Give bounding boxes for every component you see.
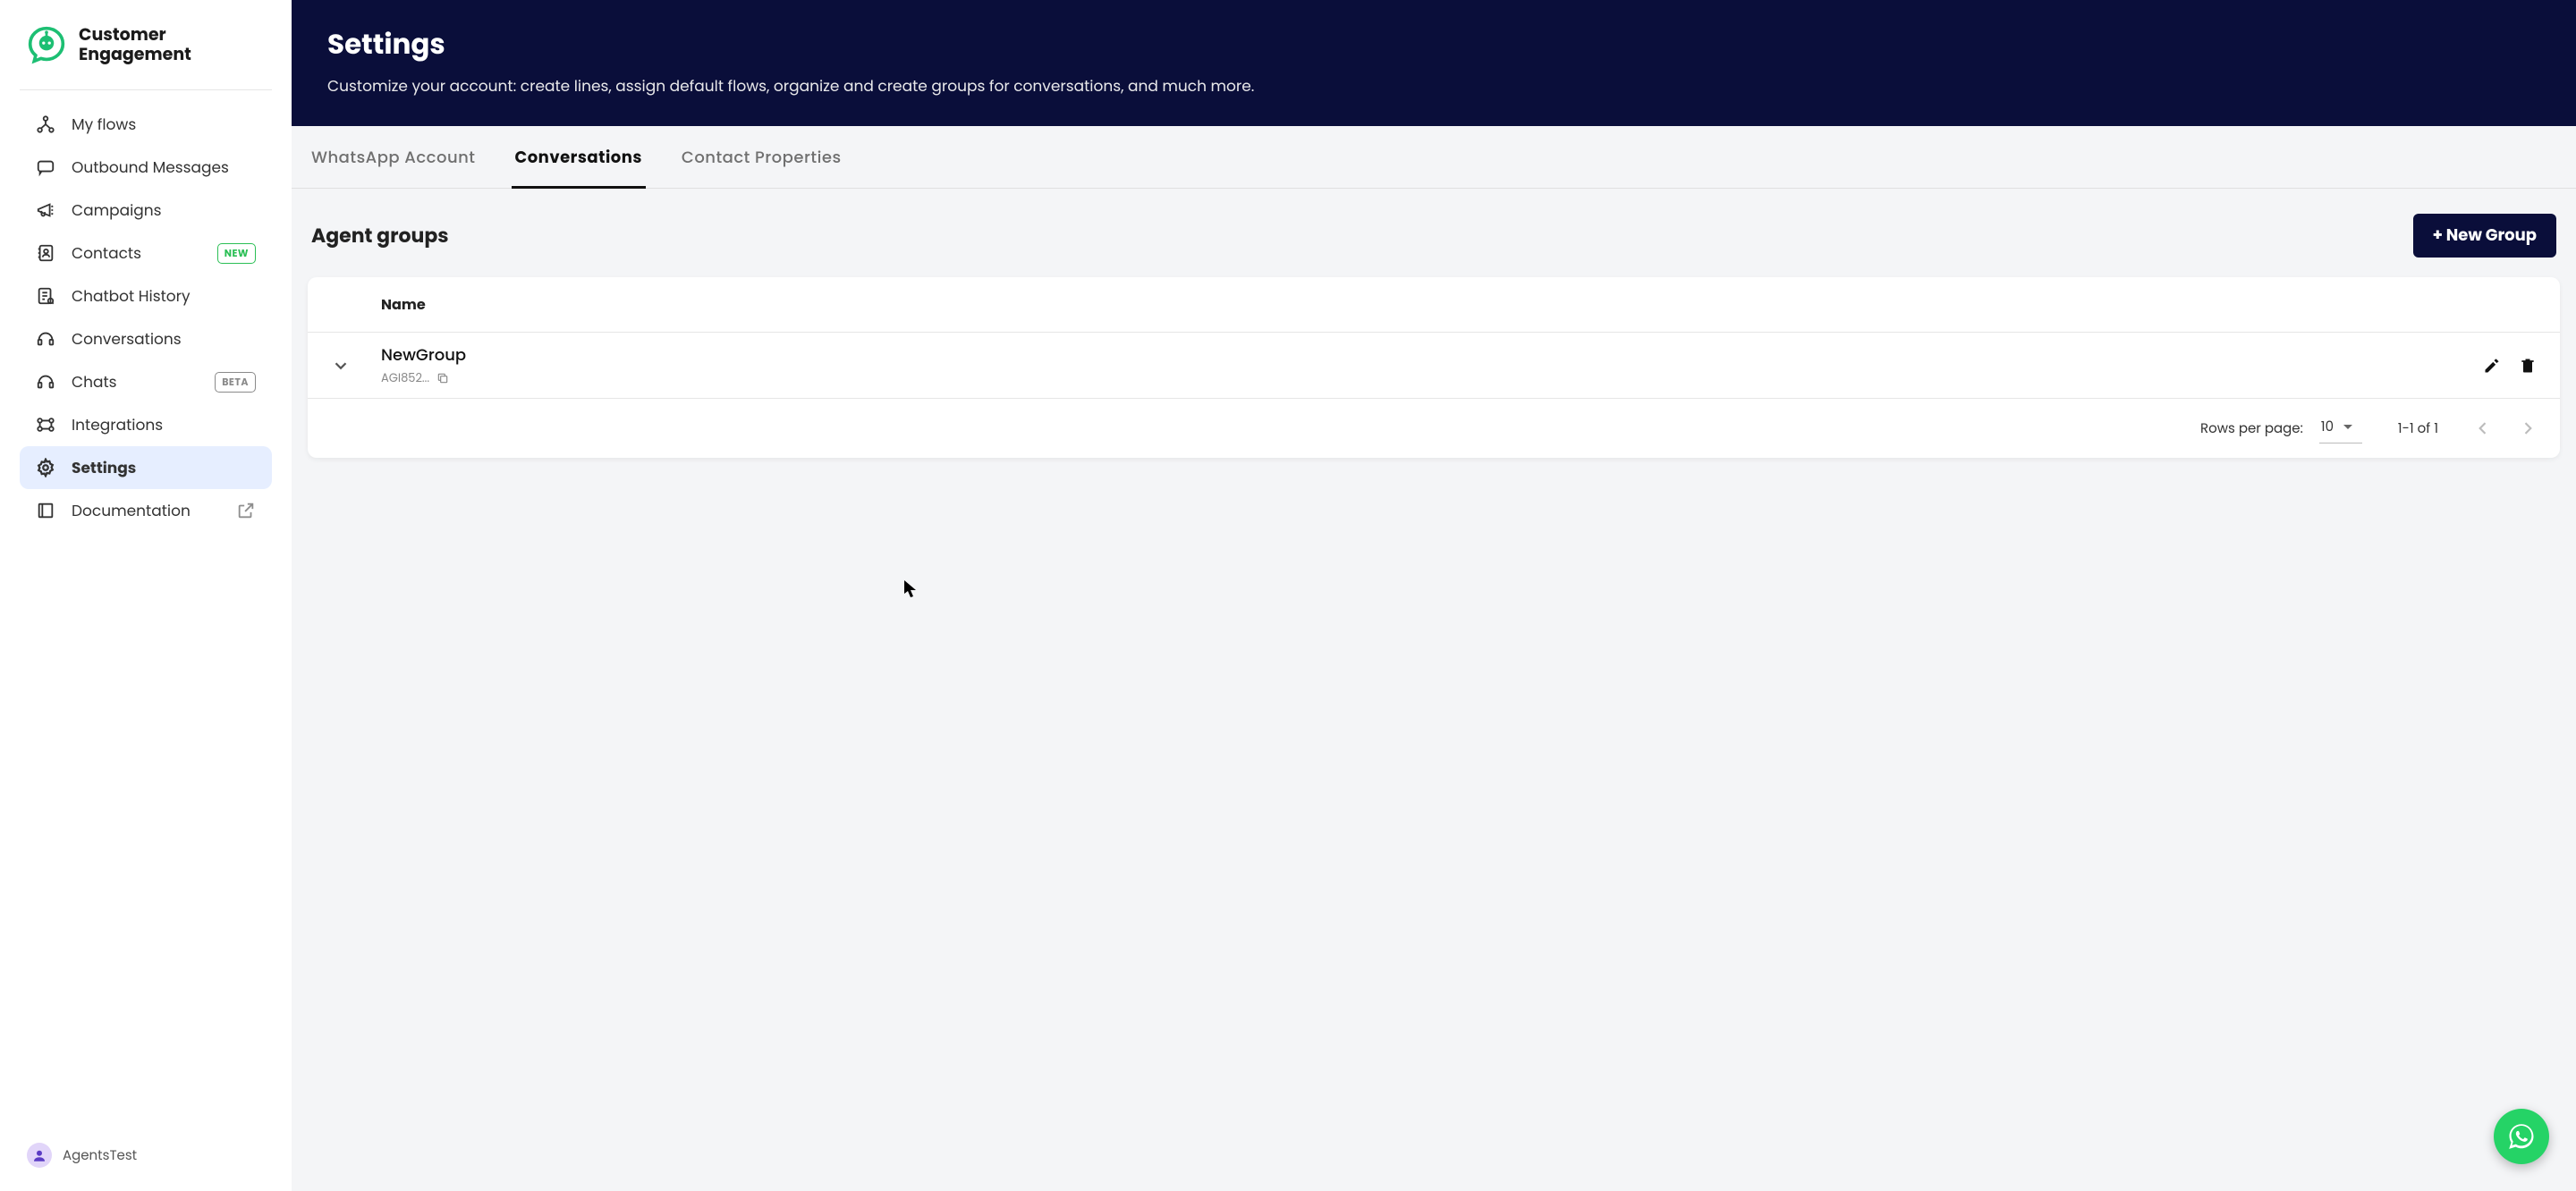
prev-page-icon[interactable] xyxy=(2474,419,2492,437)
td-name: NewGroup AGI852... xyxy=(381,343,2483,387)
tab-whatsapp-account[interactable]: WhatsApp Account xyxy=(308,126,479,189)
groups-table: Name NewGroup AGI852... xyxy=(308,277,2560,458)
sidebar-item-campaigns[interactable]: Campaigns xyxy=(20,189,272,232)
sidebar-item-conversations[interactable]: Conversations xyxy=(20,317,272,360)
next-page-icon[interactable] xyxy=(2519,419,2537,437)
brand-logo-icon xyxy=(27,25,66,64)
page-header: Settings Customize your account: create … xyxy=(292,0,2576,126)
sidebar-item-integrations[interactable]: Integrations xyxy=(20,403,272,446)
brand-name: Customer Engagement xyxy=(79,25,191,64)
user-name: AgentsTest xyxy=(63,1145,137,1166)
sidebar-item-label: Documentation xyxy=(72,499,220,522)
table-header: Name xyxy=(308,277,2560,333)
dropdown-icon xyxy=(2343,422,2353,433)
page-title: Settings xyxy=(327,23,2540,65)
sidebar-item-chats[interactable]: Chats BETA xyxy=(20,360,272,403)
edit-icon[interactable] xyxy=(2483,357,2501,375)
copy-icon[interactable] xyxy=(436,372,449,384)
sidebar-item-label: Campaigns xyxy=(72,198,256,222)
section-header: Agent groups + New Group xyxy=(308,214,2560,258)
divider xyxy=(20,89,272,90)
sidebar-item-label: Integrations xyxy=(72,413,256,436)
sidebar-item-label: Contacts xyxy=(72,241,201,265)
external-link-icon xyxy=(236,501,256,520)
pagination: Rows per page: 10 1-1 of 1 xyxy=(308,399,2560,458)
book-icon xyxy=(36,501,55,520)
history-icon xyxy=(36,286,55,306)
sidebar-item-documentation[interactable]: Documentation xyxy=(20,489,272,532)
sidebar: Customer Engagement My flows Outbound Me… xyxy=(0,0,292,1191)
beta-badge: BETA xyxy=(215,372,256,393)
section-title: Agent groups xyxy=(311,221,449,250)
rows-per-page-label: Rows per page: xyxy=(2200,418,2303,439)
megaphone-icon xyxy=(36,200,55,220)
sidebar-item-label: Outbound Messages xyxy=(72,156,256,179)
whatsapp-fab[interactable] xyxy=(2494,1109,2549,1164)
tab-contact-properties[interactable]: Contact Properties xyxy=(678,126,845,189)
sidebar-item-outbound[interactable]: Outbound Messages xyxy=(20,146,272,189)
person-icon xyxy=(31,1147,47,1163)
sidebar-item-my-flows[interactable]: My flows xyxy=(20,103,272,146)
sidebar-item-contacts[interactable]: Contacts NEW xyxy=(20,232,272,275)
avatar xyxy=(27,1143,52,1168)
new-badge: NEW xyxy=(217,243,256,264)
tabs: WhatsApp Account Conversations Contact P… xyxy=(292,126,2576,189)
whatsapp-icon xyxy=(2506,1121,2537,1152)
rows-per-page-value: 10 xyxy=(2321,417,2334,437)
headset-icon xyxy=(36,372,55,392)
sidebar-item-history[interactable]: Chatbot History xyxy=(20,275,272,317)
sidebar-item-label: Chats xyxy=(72,370,199,393)
table-row: NewGroup AGI852... xyxy=(308,333,2560,399)
row-actions xyxy=(2483,357,2537,375)
new-group-button[interactable]: + New Group xyxy=(2413,214,2556,258)
th-expand xyxy=(331,293,381,316)
headset-icon xyxy=(36,329,55,349)
expand-toggle[interactable] xyxy=(331,356,381,376)
gear-icon xyxy=(36,458,55,477)
group-id-row: AGI852... xyxy=(381,369,2483,387)
contacts-icon xyxy=(36,243,55,263)
rows-per-page-select[interactable]: 10 xyxy=(2319,413,2362,443)
integrations-icon xyxy=(36,415,55,435)
page-subtitle: Customize your account: create lines, as… xyxy=(327,74,2540,97)
sidebar-item-label: Chatbot History xyxy=(72,284,256,308)
message-icon xyxy=(36,157,55,177)
group-name: NewGroup xyxy=(381,343,2483,367)
user-row[interactable]: AgentsTest xyxy=(0,1125,292,1191)
content: Agent groups + New Group Name NewGroup A… xyxy=(292,189,2576,1191)
group-id: AGI852... xyxy=(381,369,429,387)
flows-icon xyxy=(36,114,55,134)
sidebar-item-settings[interactable]: Settings xyxy=(20,446,272,489)
brand: Customer Engagement xyxy=(0,0,292,89)
page-range: 1-1 of 1 xyxy=(2398,418,2438,439)
main: Settings Customize your account: create … xyxy=(292,0,2576,1191)
tab-conversations[interactable]: Conversations xyxy=(512,126,646,189)
rows-per-page: Rows per page: 10 xyxy=(2200,413,2362,443)
nav: My flows Outbound Messages Campaigns Con… xyxy=(0,103,292,1125)
th-name: Name xyxy=(381,293,426,316)
delete-icon[interactable] xyxy=(2519,357,2537,375)
sidebar-item-label: Settings xyxy=(72,456,256,479)
page-nav xyxy=(2474,419,2537,437)
chevron-down-icon xyxy=(331,356,351,376)
sidebar-item-label: Conversations xyxy=(72,327,256,351)
sidebar-item-label: My flows xyxy=(72,113,256,136)
